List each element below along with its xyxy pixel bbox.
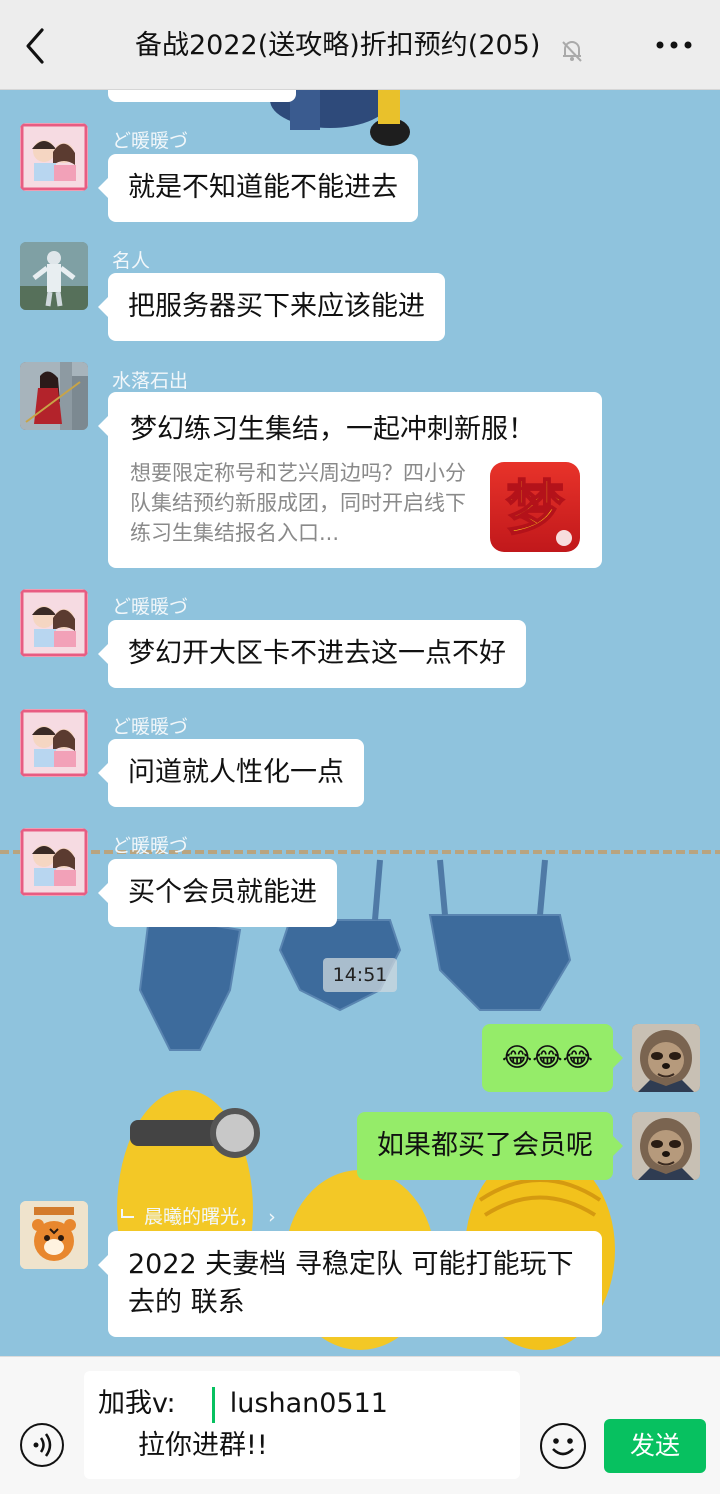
input-line-2: 拉你进群!! bbox=[98, 1425, 506, 1467]
chat-area[interactable]: ど暖暖づ 就是不知道能不能进去 名人 把服务器买下来应该能进 水落石出 梦幻练习… bbox=[0, 90, 720, 1356]
sender-name: ど暖暖づ bbox=[112, 130, 189, 152]
more-options-icon[interactable] bbox=[654, 30, 694, 60]
message-bubble[interactable]: 就是不知道能不能进去 bbox=[98, 154, 418, 222]
my-message-bubble[interactable]: 😂😂😂 bbox=[481, 1024, 624, 1092]
text-cursor bbox=[212, 1386, 216, 1423]
message-bubble-cutoff bbox=[108, 90, 296, 102]
composer-bar: 加我v: lushan0511 拉你进群!! 发送 bbox=[0, 1356, 720, 1494]
sender-name: ど暖暖づ bbox=[112, 716, 189, 738]
my-message-bubble[interactable]: 如果都买了会员呢 bbox=[357, 1112, 623, 1180]
mute-bell-icon bbox=[559, 34, 585, 62]
shared-link-card[interactable]: 梦幻练习生集结，一起冲刺新服！ 想要限定称号和艺兴周边吗？四小分队集结预约新服成… bbox=[98, 392, 602, 568]
reply-arrow-icon bbox=[120, 1206, 144, 1228]
avatar-sloth[interactable] bbox=[632, 1024, 700, 1092]
message-input[interactable]: 加我v: lushan0511 拉你进群!! bbox=[84, 1371, 520, 1479]
sender-name: ど暖暖づ bbox=[112, 596, 189, 618]
avatar-tiger[interactable] bbox=[20, 1201, 88, 1269]
back-icon[interactable] bbox=[18, 24, 58, 68]
chat-title: 备战2022(送攻略)折扣预约(205) bbox=[90, 24, 630, 68]
avatar-nuannuan[interactable] bbox=[20, 828, 88, 896]
avatar-shuiluoshichu[interactable] bbox=[20, 362, 88, 430]
message-bubble[interactable]: 梦幻开大区卡不进去这一点不好 bbox=[98, 620, 526, 688]
avatar-nuannuan[interactable] bbox=[20, 709, 88, 777]
reply-reference-name: 晨曦的曙光， bbox=[144, 1206, 259, 1228]
avatar-nuannuan[interactable] bbox=[20, 589, 88, 657]
card-description: 想要限定称号和艺兴周边吗？四小分队集结预约新服成团，同时开启线下练习生集结报名入… bbox=[130, 461, 466, 545]
message-bubble[interactable]: 买个会员就能进 bbox=[98, 859, 337, 927]
reply-reference[interactable]: 晨曦的曙光， › bbox=[120, 1202, 276, 1229]
menghuan-app-icon: 梦 bbox=[490, 462, 580, 552]
avatar-mingren[interactable] bbox=[20, 242, 88, 310]
chat-header: 备战2022(送攻略)折扣预约(205) bbox=[0, 0, 720, 90]
input-prefix: 加我v: bbox=[98, 1388, 176, 1419]
send-button[interactable]: 发送 bbox=[604, 1419, 706, 1473]
avatar-sloth[interactable] bbox=[632, 1112, 700, 1180]
avatar-nuannuan[interactable] bbox=[20, 123, 88, 191]
sender-name: ど暖暖づ bbox=[112, 835, 189, 857]
chevron-right-icon: › bbox=[268, 1206, 276, 1228]
chat-title-text: 备战2022(送攻略)折扣预约(205) bbox=[135, 30, 541, 61]
message-bubble[interactable]: 问道就人性化一点 bbox=[98, 739, 364, 807]
input-line-2-text: 拉你进群!! bbox=[138, 1430, 268, 1461]
sender-name: 水落石出 bbox=[112, 370, 189, 392]
input-wechat-id: lushan0511 bbox=[229, 1388, 388, 1419]
card-title: 梦幻练习生集结，一起冲刺新服！ bbox=[130, 414, 535, 445]
voice-input-icon[interactable] bbox=[20, 1423, 64, 1467]
card-icon-char: 梦 bbox=[506, 474, 564, 542]
message-bubble[interactable]: 2022 夫妻档 寻稳定队 可能打能玩下去的 联系 bbox=[98, 1231, 602, 1337]
emoji-icon[interactable] bbox=[540, 1423, 586, 1469]
message-timestamp: 14:51 bbox=[323, 958, 397, 992]
input-line-1: 加我v: lushan0511 bbox=[98, 1383, 506, 1425]
sender-name: 名人 bbox=[112, 250, 151, 272]
message-bubble[interactable]: 把服务器买下来应该能进 bbox=[98, 273, 445, 341]
